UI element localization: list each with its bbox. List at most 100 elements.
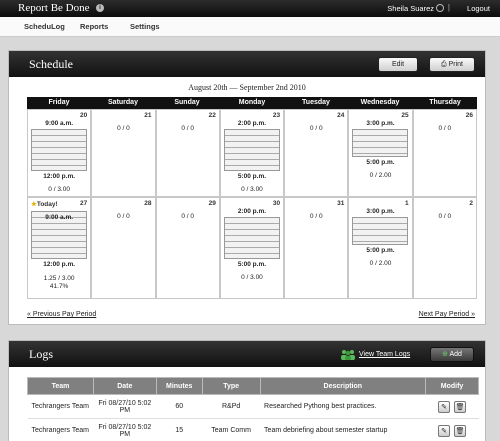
day-number: 21 xyxy=(144,112,152,119)
shift-start: 9:00 a.m. xyxy=(45,120,74,127)
edit-pencil-icon[interactable]: ✎ xyxy=(438,400,451,413)
logs-header-row: Team Date Minutes Type Description Modif… xyxy=(27,377,479,395)
day-number: 24 xyxy=(337,112,345,119)
shift-block[interactable] xyxy=(352,217,409,245)
edit-button[interactable]: Edit xyxy=(378,57,418,72)
logs-table: Team Date Minutes Type Description Modif… xyxy=(27,377,479,441)
hours-summary: 0 / 3.00 xyxy=(241,274,263,281)
column-header[interactable]: Description xyxy=(259,377,427,395)
print-button[interactable]: ⎙ Print xyxy=(429,57,475,72)
weekday-label: Thursday xyxy=(429,99,461,106)
calendar-day[interactable]: 29 0 / 0 xyxy=(155,197,220,299)
logout-link[interactable]: Logout xyxy=(467,4,490,13)
calendar-day[interactable]: 22 0 / 0 xyxy=(155,109,220,197)
delete-trash-icon[interactable]: 🗑 xyxy=(454,400,467,413)
day-number: 29 xyxy=(208,200,216,207)
log-description: Team debriefing about semester startup xyxy=(260,418,426,441)
hours-summary: 0 / 2.00 xyxy=(369,260,392,267)
team-icon xyxy=(341,350,355,360)
log-description: Researched Pythong best practices. xyxy=(260,394,426,419)
edit-pencil-icon[interactable]: ✎ xyxy=(438,424,451,437)
hours-summary: 0 / 3.00 xyxy=(241,186,263,193)
calendar-day[interactable]: 24 0 / 0 xyxy=(284,109,349,197)
column-header[interactable]: Date xyxy=(92,377,157,395)
shift-end: 5:00 p.m. xyxy=(366,247,395,254)
print-label: Print xyxy=(448,61,463,68)
hours-summary: 0 / 0 xyxy=(117,213,130,220)
table-row: Techrangers Team Fri 08/27/10 5:02 PM 60… xyxy=(27,394,479,419)
calendar-day[interactable]: 26 0 / 0 xyxy=(412,109,477,197)
calendar-day[interactable]: 21 0 / 0 xyxy=(91,109,156,197)
calendar-day[interactable]: 31 0 / 0 xyxy=(284,197,349,299)
calendar-day[interactable]: 30 2:00 p.m. 5:00 p.m. 0 / 3.00 xyxy=(219,197,285,299)
user-name[interactable]: Sheila Suarez xyxy=(387,4,434,13)
next-pay-period-link[interactable]: Next Pay Period » xyxy=(419,311,475,318)
calendar-day[interactable]: 25 3:00 p.m. 5:00 p.m. 0 / 2.00 xyxy=(348,109,413,197)
weekday-label: Saturday xyxy=(108,99,138,106)
weekday-label: Tuesday xyxy=(302,99,330,106)
hours-summary: 0 / 0 xyxy=(309,125,323,132)
day-number: 23 xyxy=(272,112,281,119)
logs-header: Logs View Team Logs ⊕ Add xyxy=(9,341,485,367)
hours-summary: 0 / 3.00 xyxy=(48,186,70,193)
shift-start: 2:00 p.m. xyxy=(237,120,267,127)
log-modify: ✎ 🗑 xyxy=(425,394,479,419)
shift-block[interactable] xyxy=(223,129,280,171)
view-team-logs-link[interactable]: View Team Logs xyxy=(359,351,410,358)
logs-panel: Logs View Team Logs ⊕ Add Team Date Minu… xyxy=(8,340,486,441)
user-settings-icon[interactable] xyxy=(436,4,444,12)
add-log-button[interactable]: ⊕ Add xyxy=(430,347,474,362)
calendar-header: Friday Saturday Sunday Monday Tuesday We… xyxy=(27,97,477,109)
weekday-label: Wednesday xyxy=(360,99,400,106)
day-number: 26 xyxy=(465,112,473,119)
shift-block[interactable] xyxy=(31,129,87,171)
shift-end: 5:00 p.m. xyxy=(237,173,267,180)
hours-summary: 0 / 0 xyxy=(181,213,194,220)
schedule-panel: Schedule Edit ⎙ Print August 20th — Sept… xyxy=(8,50,486,325)
calendar-day[interactable]: 28 0 / 0 xyxy=(91,197,156,299)
shift-block[interactable] xyxy=(223,217,280,259)
nav-item-schedulog[interactable]: ScheduLog xyxy=(24,22,65,31)
hours-summary: 0 / 0 xyxy=(117,125,130,132)
weekday-label: Friday xyxy=(48,99,70,106)
log-minutes: 60 xyxy=(156,394,203,419)
calendar-day[interactable]: 2 0 / 0 xyxy=(412,197,477,299)
log-date: Fri 08/27/10 5:02 PM xyxy=(93,418,157,441)
shift-end: 5:00 p.m. xyxy=(366,159,395,166)
add-label: Add xyxy=(449,351,462,358)
weekday-label: Sunday xyxy=(174,99,200,106)
separator: | xyxy=(447,3,450,12)
top-bar: Report Be Done i Sheila Suarez | Logout xyxy=(0,0,500,17)
day-number: 30 xyxy=(272,200,281,207)
day-number: 28 xyxy=(144,200,152,207)
day-number: 31 xyxy=(337,200,345,207)
column-header[interactable]: Team xyxy=(27,377,94,395)
log-date: Fri 08/27/10 5:02 PM xyxy=(93,394,157,419)
shift-end: 12:00 p.m. xyxy=(43,173,76,180)
nav-item-reports[interactable]: Reports xyxy=(80,22,108,31)
previous-pay-period-link[interactable]: « Previous Pay Period xyxy=(27,311,96,318)
log-minutes: 15 xyxy=(156,418,203,441)
hours-summary: 0 / 0 xyxy=(309,213,323,220)
shift-end: 12:00 p.m. xyxy=(43,261,76,268)
table-row: Techrangers Team Fri 08/27/10 5:02 PM 15… xyxy=(27,418,479,441)
day-number: 27 xyxy=(80,200,88,207)
column-header[interactable]: Type xyxy=(201,377,261,395)
today-label: ★Today! xyxy=(31,200,58,208)
hours-summary: 1.25 / 3.00 xyxy=(43,275,75,282)
day-number: 20 xyxy=(80,112,88,119)
column-header[interactable]: Minutes xyxy=(155,377,203,395)
calendar-day[interactable]: 20 9:00 a.m. 12:00 p.m. 0 / 3.00 xyxy=(27,109,92,197)
shift-block[interactable] xyxy=(352,129,409,157)
weekday-label: Monday xyxy=(238,99,266,106)
day-number: 25 xyxy=(401,112,409,119)
calendar-day[interactable]: 23 2:00 p.m. 5:00 p.m. 0 / 3.00 xyxy=(219,109,285,197)
calendar-day[interactable]: 1 3:00 p.m. 5:00 p.m. 0 / 2.00 xyxy=(348,197,413,299)
info-icon[interactable]: i xyxy=(96,4,104,12)
day-number: 1 xyxy=(405,200,409,207)
hours-summary: 0 / 0 xyxy=(438,213,452,220)
calendar-day-today[interactable]: ★Today! 27 9:00 a.m. 12:00 p.m. 1.25 / 3… xyxy=(27,197,92,299)
log-type: R&Pd xyxy=(202,394,261,419)
delete-trash-icon[interactable]: 🗑 xyxy=(454,424,467,437)
nav-item-settings[interactable]: Settings xyxy=(130,22,160,31)
